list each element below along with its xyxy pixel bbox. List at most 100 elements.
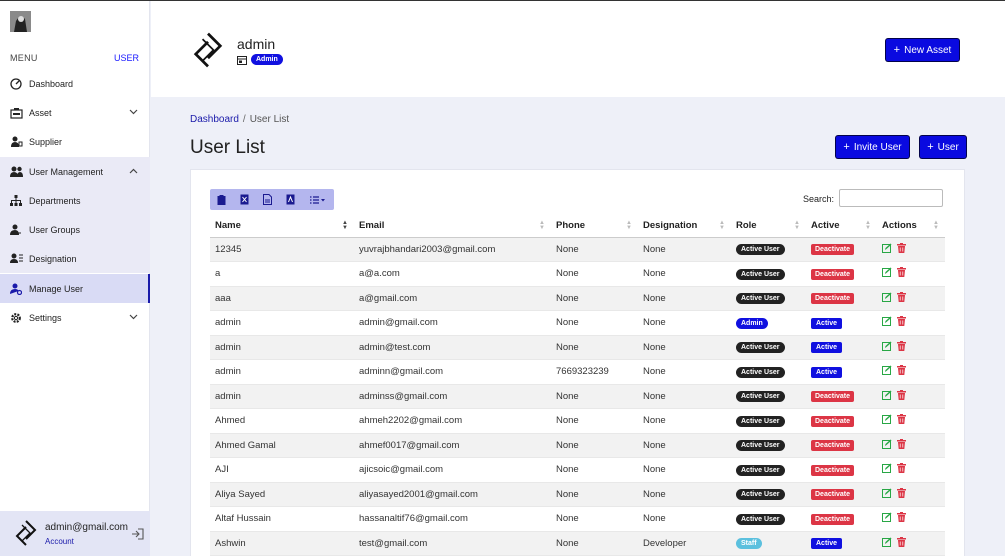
active-toggle-button[interactable]: Deactivate <box>811 513 855 525</box>
active-toggle-button[interactable]: Active <box>811 538 843 550</box>
cell-name: admin <box>210 384 354 409</box>
edit-icon[interactable] <box>882 439 892 452</box>
cell-active: Deactivate <box>806 506 877 532</box>
edit-icon[interactable] <box>882 267 892 280</box>
edit-icon[interactable] <box>882 512 892 525</box>
trash-icon[interactable] <box>897 487 906 501</box>
edit-icon[interactable] <box>882 292 892 305</box>
column-header-designation[interactable]: Designation ▲ ▼ <box>638 215 731 238</box>
active-toggle-button[interactable]: Active <box>811 342 843 354</box>
edit-icon[interactable] <box>882 341 892 354</box>
active-toggle-button[interactable]: Deactivate <box>811 415 855 427</box>
sidebar-item-user-groups[interactable]: User Groups <box>0 215 150 244</box>
sidebar-item-label: User Management <box>29 166 104 177</box>
cell-email: admin@gmail.com <box>354 310 551 336</box>
sidebar-item-departments[interactable]: Departments <box>0 186 150 215</box>
table-row: admin admin@gmail.com None None Admin Active <box>210 310 945 336</box>
sidebar-item-user-management[interactable]: User Management <box>0 157 150 186</box>
active-toggle-button[interactable]: Deactivate <box>811 391 855 403</box>
id-card-icon <box>9 252 23 266</box>
user-link[interactable]: USER <box>114 53 139 63</box>
active-toggle-button[interactable]: Deactivate <box>811 464 855 476</box>
column-header-name[interactable]: Name ▲ ▼ <box>210 215 354 238</box>
sidebar-item-dashboard[interactable]: Dashboard <box>0 69 150 98</box>
trash-icon[interactable] <box>897 512 906 525</box>
cell-designation: None <box>638 384 731 409</box>
active-toggle-button[interactable]: Deactivate <box>811 489 855 501</box>
plus-icon: + <box>843 141 850 153</box>
sidebar-item-label: Supplier <box>29 136 63 147</box>
trash-icon[interactable] <box>897 267 906 280</box>
search-input[interactable] <box>839 189 943 207</box>
pdf-icon[interactable] <box>279 189 302 210</box>
clipboard-icon[interactable] <box>210 189 233 210</box>
active-toggle-button[interactable]: Deactivate <box>811 440 855 452</box>
sidebar-item-settings[interactable]: Settings <box>0 303 150 332</box>
trash-icon[interactable] <box>897 389 906 403</box>
header-role: Admin <box>237 54 283 65</box>
edit-icon[interactable] <box>882 537 892 550</box>
edit-icon[interactable] <box>882 365 892 378</box>
trash-icon[interactable] <box>897 340 906 354</box>
edit-icon[interactable] <box>882 463 892 476</box>
sidebar-footer: admin@gmail.com Account <box>0 511 150 556</box>
active-toggle-button[interactable]: Deactivate <box>811 268 855 280</box>
sidebar-item-supplier[interactable]: Supplier <box>0 127 150 156</box>
table-row: Ahmed ahmeh2202@gmail.com None None Active U… <box>210 408 945 434</box>
sidebar-item-asset[interactable]: Asset <box>0 98 150 127</box>
active-toggle-button[interactable]: Active <box>811 366 843 378</box>
add-user-button[interactable]: + User <box>919 135 967 159</box>
cell-designation: None <box>638 335 731 360</box>
cell-email: aliyasayed2001@gmail.com <box>354 482 551 507</box>
trash-icon[interactable] <box>897 242 906 256</box>
trash-icon[interactable] <box>897 291 906 305</box>
cell-active: Deactivate <box>806 457 877 483</box>
new-asset-button[interactable]: + New Asset <box>885 38 960 62</box>
trash-icon[interactable] <box>897 316 906 329</box>
trash-icon[interactable] <box>897 365 906 378</box>
column-header-active[interactable]: Active ▲ ▼ <box>806 215 877 238</box>
sort-icon: ▲ ▼ <box>539 220 545 231</box>
csv-icon[interactable] <box>256 189 279 210</box>
excel-icon[interactable] <box>233 189 256 210</box>
trash-icon[interactable] <box>897 438 906 452</box>
active-toggle-button[interactable]: Active <box>811 317 843 329</box>
cell-role: Active User <box>731 457 806 483</box>
cell-role: Active User <box>731 335 806 360</box>
footer-email: admin@gmail.com <box>45 522 128 533</box>
user-avatar[interactable] <box>10 11 31 32</box>
sort-icon: ▲ ▼ <box>719 220 725 231</box>
active-toggle-button[interactable]: Deactivate <box>811 293 855 305</box>
sidebar-item-manage-user[interactable]: Manage User <box>0 274 150 303</box>
active-toggle-button[interactable]: Deactivate <box>811 244 855 256</box>
cell-email: hassanaltif76@gmail.com <box>354 506 551 532</box>
trash-icon[interactable] <box>897 536 906 550</box>
role-badge: Active User <box>736 342 785 354</box>
sidebar-item-designation[interactable]: Designation <box>0 244 150 273</box>
edit-icon[interactable] <box>882 390 892 403</box>
trash-icon[interactable] <box>897 414 906 427</box>
sort-asc-icon: ▲ ▼ <box>342 220 348 231</box>
cell-name: Aliya Sayed <box>210 482 354 507</box>
column-header-email[interactable]: Email ▲ ▼ <box>354 215 551 238</box>
account-link[interactable]: Account <box>45 537 74 546</box>
breadcrumb-dashboard-link[interactable]: Dashboard <box>190 114 239 125</box>
cell-name: Ahmed <box>210 408 354 434</box>
column-header-actions[interactable]: Actions ▲ ▼ <box>877 215 945 238</box>
sidebar-item-label: Designation <box>29 253 77 264</box>
column-visibility-icon[interactable] <box>302 189 334 210</box>
edit-icon[interactable] <box>882 414 892 427</box>
table-row: Ashwin test@gmail.com None Developer Staff Ac… <box>210 531 945 556</box>
edit-icon[interactable] <box>882 316 892 329</box>
column-header-phone[interactable]: Phone ▲ ▼ <box>551 215 638 238</box>
cell-designation: Developer <box>638 531 731 556</box>
menu-header: MENU USER <box>10 53 139 63</box>
invite-user-button[interactable]: + Invite User <box>835 135 910 159</box>
edit-icon[interactable] <box>882 243 892 256</box>
cell-name: 12345 <box>210 237 354 262</box>
logout-icon[interactable] <box>131 528 144 543</box>
edit-icon[interactable] <box>882 488 892 501</box>
table-row: admin admin@test.com None None Active User Ac… <box>210 335 945 360</box>
trash-icon[interactable] <box>897 463 906 476</box>
column-header-role[interactable]: Role ▲ ▼ <box>731 215 806 238</box>
